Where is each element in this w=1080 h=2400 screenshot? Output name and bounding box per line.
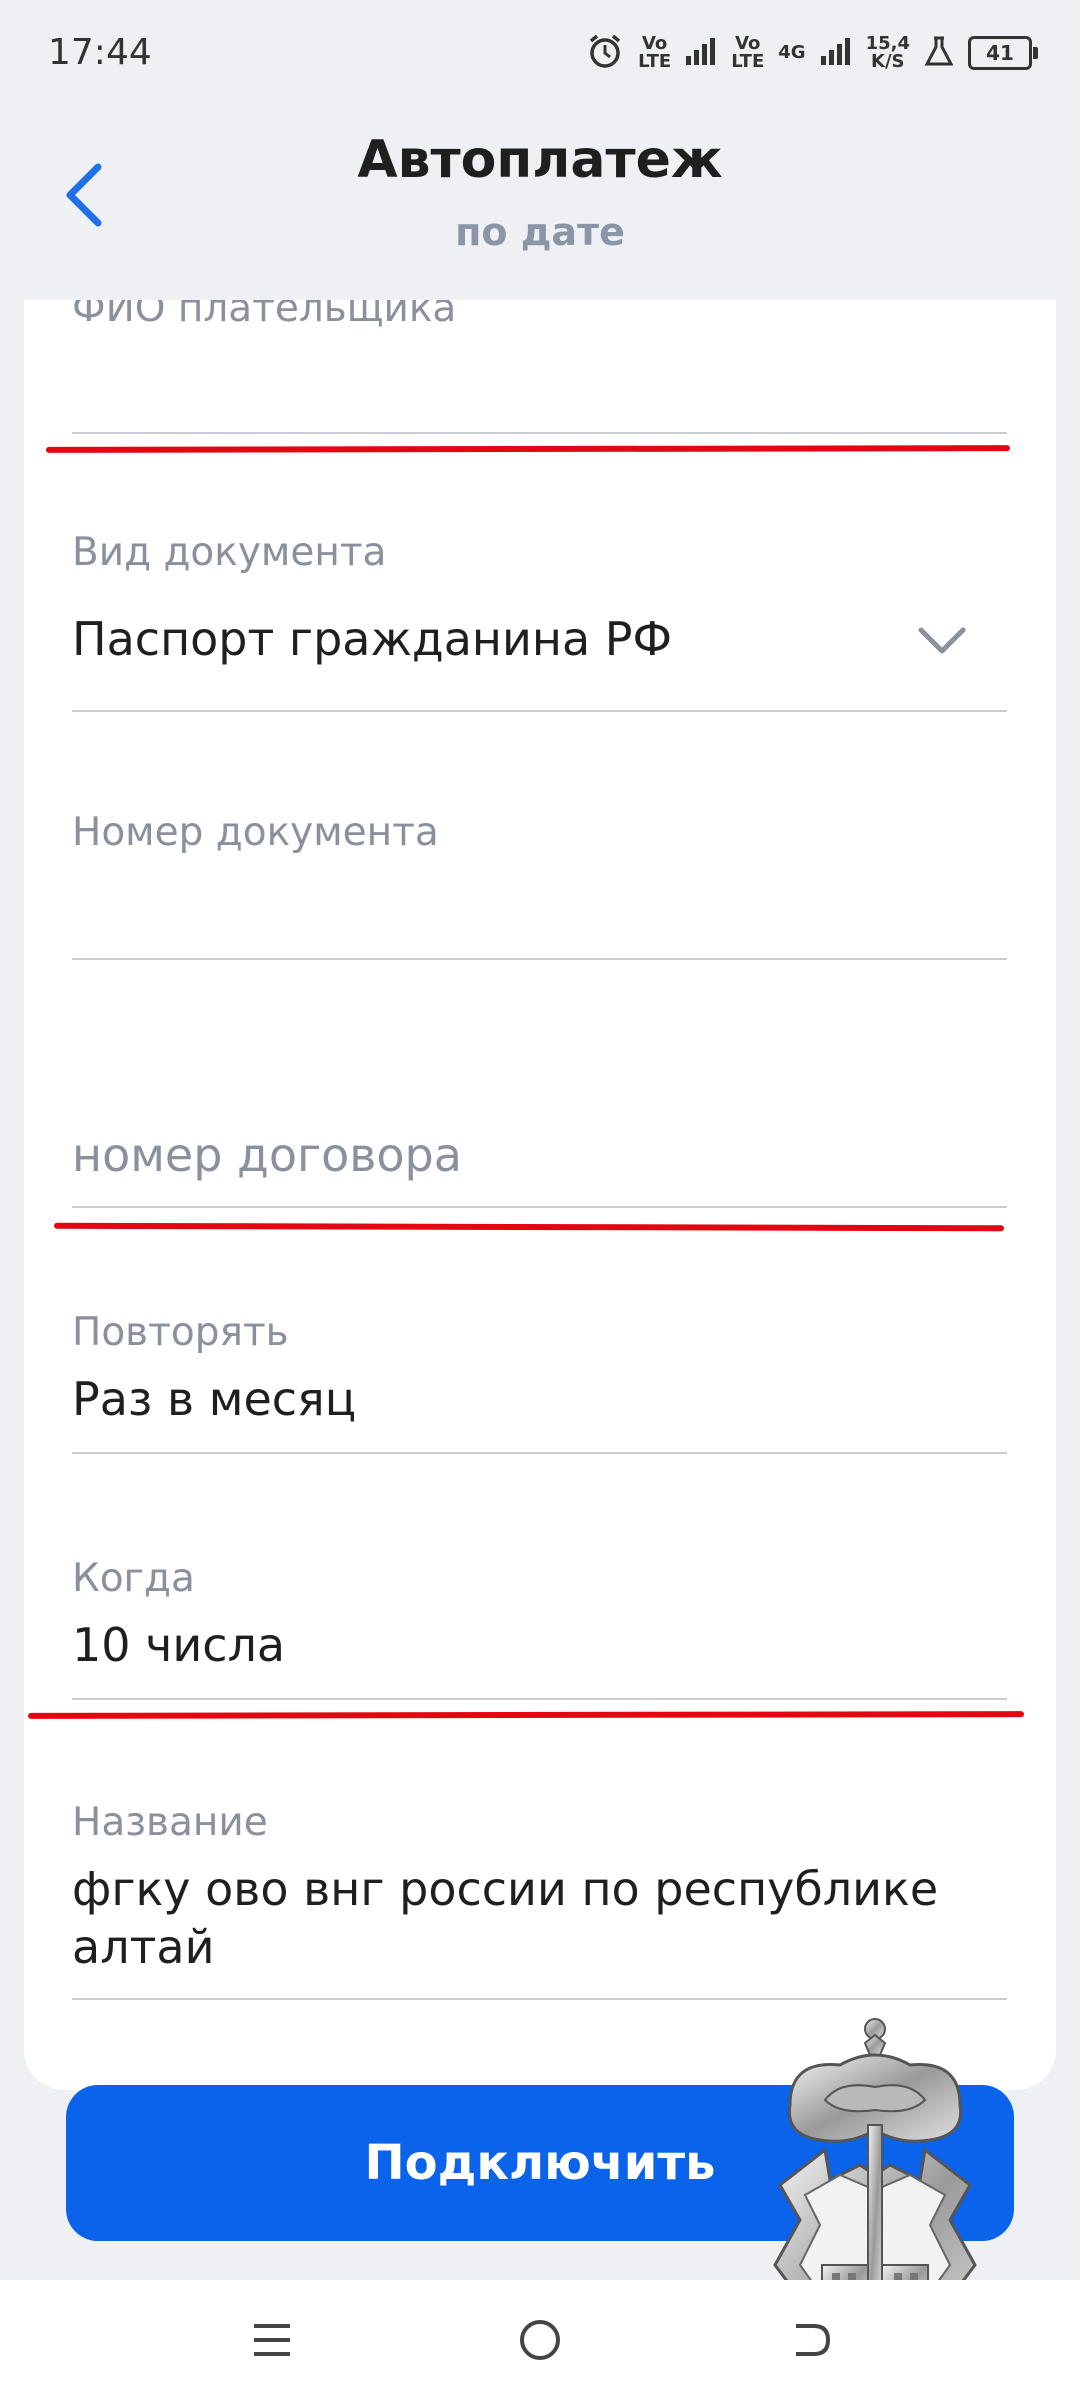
- contract-number-field[interactable]: номер договора: [72, 1080, 1007, 1208]
- system-nav-bar: [0, 2280, 1080, 2400]
- annotation-line: [27, 1711, 1025, 1719]
- signal-icon: [820, 36, 852, 70]
- repeat-select[interactable]: Повторять Раз в месяц: [72, 1290, 1007, 1454]
- annotation-line: [53, 1222, 1005, 1232]
- name-field[interactable]: Название фгку ово внг россии по республи…: [72, 1780, 1007, 2000]
- signal-icon: [685, 36, 717, 70]
- doc-type-select[interactable]: Вид документа Паспорт гражданина РФ: [72, 500, 1007, 712]
- flask-icon: [924, 35, 954, 71]
- name-label: Название: [72, 1800, 268, 1845]
- payer-name-field[interactable]: ФИО плательщика: [72, 300, 1007, 434]
- battery-icon: 41: [968, 36, 1038, 70]
- home-circle-icon: [520, 2320, 560, 2360]
- nav-back-button[interactable]: [770, 2310, 850, 2370]
- page-subtitle: по дате: [455, 210, 625, 254]
- doc-number-label: Номер документа: [72, 810, 439, 855]
- annotation-line: [45, 445, 1011, 453]
- status-icons: Vo LTE Vo LTE 4G 15,4 K/S 41: [586, 28, 1038, 78]
- payer-name-label: ФИО плательщика: [72, 300, 457, 331]
- when-label: Когда: [72, 1556, 195, 1601]
- nav-menu-button[interactable]: [232, 2310, 312, 2370]
- back-arrow-icon: [796, 2324, 831, 2356]
- status-bar: 17:44 Vo LTE Vo LTE 4G 15,4 K/S 41: [0, 0, 1080, 110]
- sim1-volte: Vo LTE: [638, 33, 672, 72]
- doc-number-field[interactable]: Номер документа: [72, 780, 1007, 960]
- network-type: 4G: [778, 42, 806, 63]
- when-select[interactable]: Когда 10 числа: [72, 1536, 1007, 1700]
- form-card: ФИО плательщика Вид документа Паспорт гр…: [24, 300, 1056, 2090]
- doc-type-value: Паспорт гражданина РФ: [72, 612, 673, 666]
- header: Автоплатеж по дате: [0, 110, 1080, 300]
- chevron-down-icon: [918, 627, 966, 654]
- repeat-value: Раз в месяц: [72, 1372, 357, 1426]
- when-value: 10 числа: [72, 1618, 286, 1672]
- repeat-label: Повторять: [72, 1310, 289, 1355]
- status-time: 17:44: [48, 32, 152, 73]
- name-value: фгку ово внг россии по республике алтай: [72, 1862, 939, 1974]
- network-speed: 15,4 K/S: [865, 33, 910, 72]
- alarm-icon: [586, 32, 624, 74]
- sim2-volte: Vo LTE: [731, 33, 765, 72]
- menu-icon: [254, 2324, 290, 2356]
- nav-home-button[interactable]: [500, 2310, 580, 2370]
- page-title: Автоплатеж: [357, 130, 723, 190]
- contract-number-placeholder: номер договора: [72, 1128, 462, 1182]
- doc-type-label: Вид документа: [72, 530, 387, 575]
